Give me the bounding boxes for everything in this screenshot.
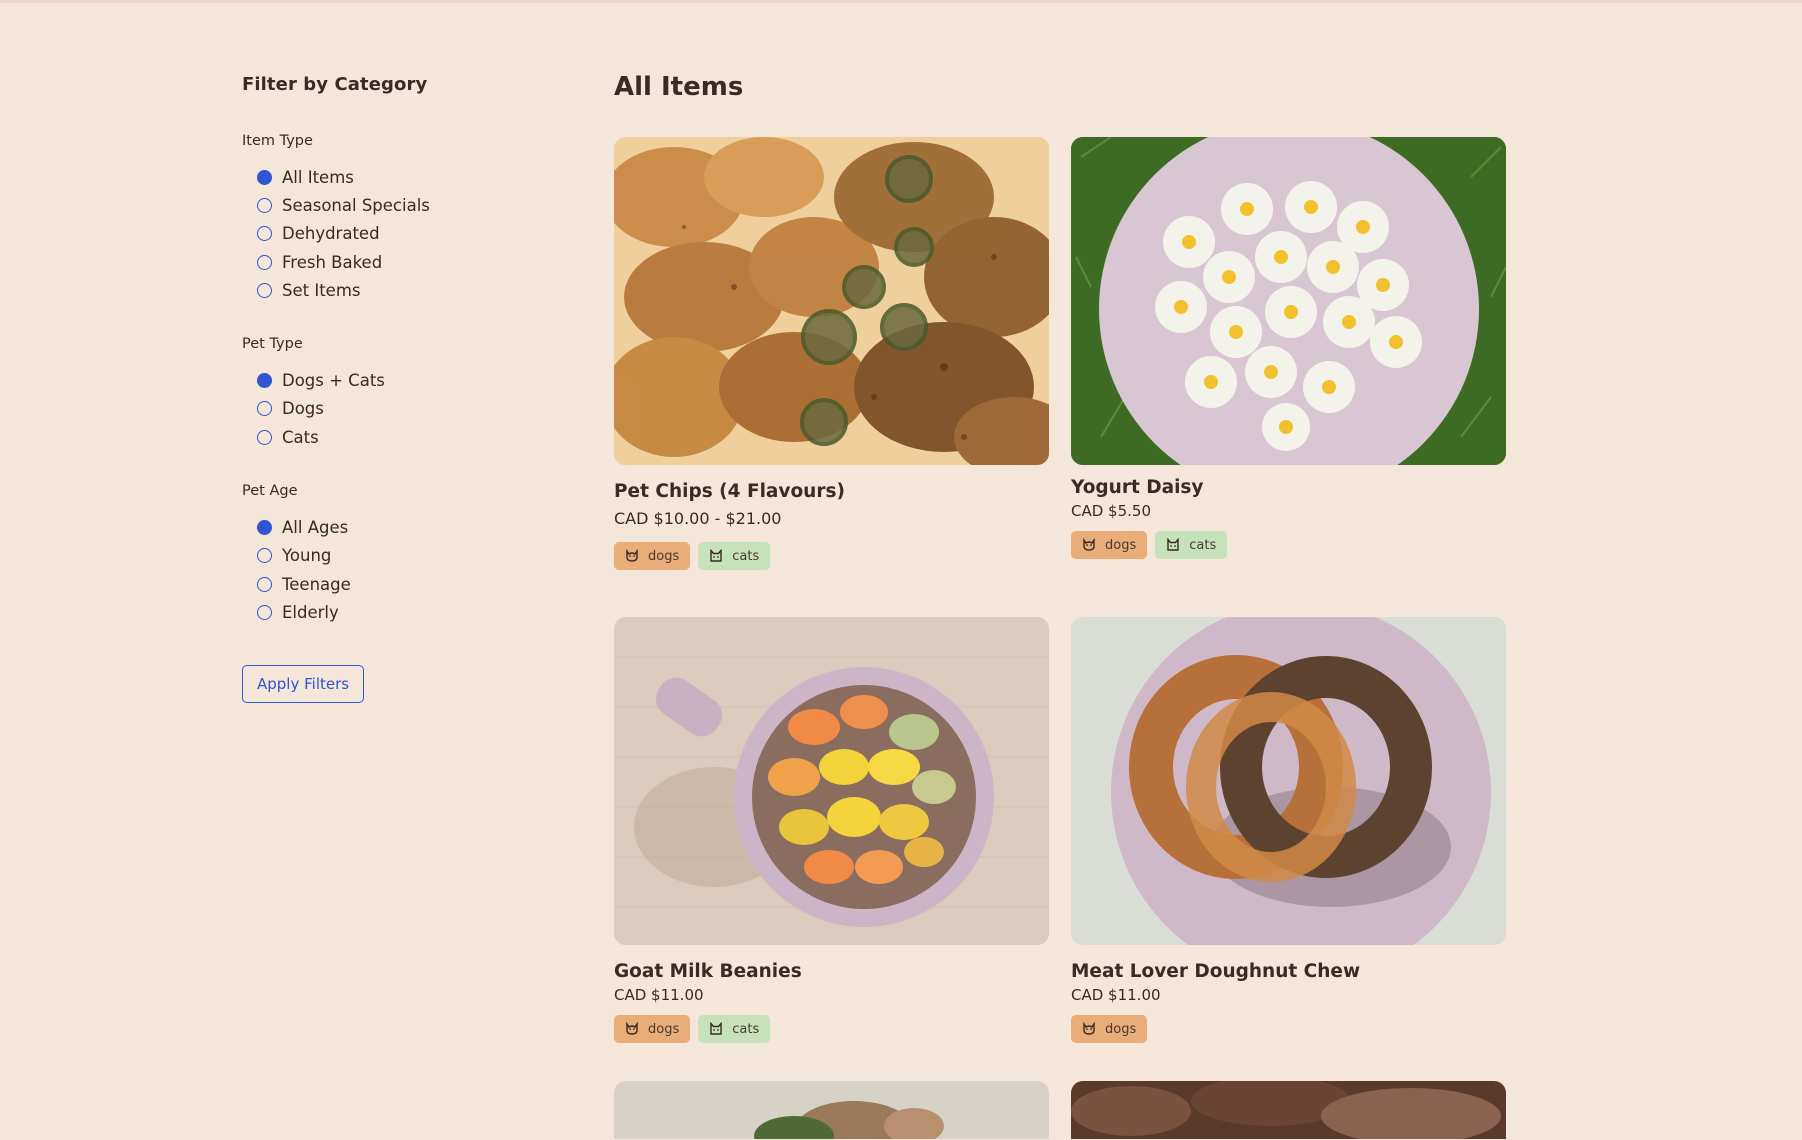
radio-option-dogs[interactable]: Dogs xyxy=(242,395,572,423)
product-price: CAD $10.00 - $21.00 xyxy=(614,509,782,528)
dog-face-icon xyxy=(1083,538,1095,551)
tag-dogs: dogs xyxy=(1071,1015,1148,1043)
tag-label: dogs xyxy=(648,1021,680,1037)
radio-icon[interactable] xyxy=(257,226,272,242)
radio-option-fresh-baked[interactable]: Fresh Baked xyxy=(242,248,572,276)
dog-face-icon xyxy=(626,1022,638,1035)
option-label: Teenage xyxy=(282,574,351,594)
product-image-pet-chips[interactable] xyxy=(614,137,1049,465)
option-label: Cats xyxy=(282,427,319,447)
tag-label: cats xyxy=(732,548,760,564)
product-price: CAD $5.50 xyxy=(1071,502,1151,520)
option-label: Set Items xyxy=(282,280,361,300)
filter-sidebar: Filter by Category Item Type All Items S… xyxy=(242,74,572,703)
tag-cats: cats xyxy=(698,542,771,570)
option-label: Fresh Baked xyxy=(282,252,383,272)
tag-dogs: dogs xyxy=(614,542,691,570)
tag-dogs: dogs xyxy=(1071,531,1148,559)
option-label: Dogs + Cats xyxy=(282,371,385,391)
page-title: All Items xyxy=(614,72,744,102)
product-tags: dogs xyxy=(1071,1015,1506,1043)
radio-option-dehydrated[interactable]: Dehydrated xyxy=(242,220,572,248)
product-price: CAD $11.00 xyxy=(1071,986,1161,1004)
product-image-partial[interactable] xyxy=(1071,1081,1506,1139)
product-name[interactable]: Yogurt Daisy xyxy=(1071,477,1506,498)
filter-group-pet-age: Pet Age All Ages Young Teenage Elderly xyxy=(242,483,572,626)
product-listing: All Items Pet Chips (4 Flavours) CAD $10… xyxy=(614,72,1614,1139)
dog-face-icon xyxy=(1083,1022,1095,1035)
top-border xyxy=(0,0,1802,3)
radio-option-cats[interactable]: Cats xyxy=(242,423,572,451)
option-label: Dogs xyxy=(282,399,324,419)
partial-photo-1 xyxy=(614,1081,1049,1139)
filter-group-item-type: Item Type All Items Seasonal Specials De… xyxy=(242,133,572,304)
doughnut-illustration xyxy=(1071,617,1506,945)
tag-cats: cats xyxy=(698,1015,771,1043)
radio-icon[interactable] xyxy=(257,401,272,417)
product-tags: dogs cats xyxy=(1071,531,1506,559)
product-tags: dogs cats xyxy=(614,542,1049,570)
product-tags: dogs cats xyxy=(614,1015,1049,1043)
radio-icon[interactable] xyxy=(257,548,272,564)
radio-option-all-items[interactable]: All Items xyxy=(242,163,572,191)
product-name[interactable]: Meat Lover Doughnut Chew xyxy=(1071,961,1506,982)
radio-option-elderly[interactable]: Elderly xyxy=(242,598,572,626)
product-price: CAD $11.00 xyxy=(614,986,704,1004)
product-image-goat-milk-beanies[interactable] xyxy=(614,617,1049,945)
product-card[interactable]: Meat Lover Doughnut Chew CAD $11.00 dogs xyxy=(1071,617,1506,1043)
chips-illustration xyxy=(614,137,1049,465)
filter-group-title: Pet Age xyxy=(242,483,298,500)
radio-option-dogs-cats[interactable]: Dogs + Cats xyxy=(242,366,572,394)
product-card[interactable]: Goat Milk Beanies CAD $11.00 dogs cats xyxy=(614,617,1049,1043)
cat-face-icon xyxy=(710,1022,722,1035)
tag-dogs: dogs xyxy=(614,1015,691,1043)
option-label: Young xyxy=(282,546,332,566)
radio-icon[interactable] xyxy=(257,197,272,213)
radio-option-young[interactable]: Young xyxy=(242,542,572,570)
tag-label: cats xyxy=(1189,537,1217,553)
radio-icon[interactable] xyxy=(257,254,272,270)
filter-group-title: Pet Type xyxy=(242,336,303,353)
tag-label: cats xyxy=(732,1021,760,1037)
radio-option-all-ages[interactable]: All Ages xyxy=(242,513,572,541)
tag-label: dogs xyxy=(1105,537,1137,553)
option-label: Seasonal Specials xyxy=(282,195,430,215)
beanies-illustration xyxy=(614,617,1049,945)
radio-option-seasonal-specials[interactable]: Seasonal Specials xyxy=(242,191,572,219)
option-label: Dehydrated xyxy=(282,224,380,244)
product-image-meat-lover-doughnut-chew[interactable] xyxy=(1071,617,1506,945)
tag-label: dogs xyxy=(1105,1021,1137,1037)
radio-selected-icon[interactable] xyxy=(257,169,272,185)
radio-icon[interactable] xyxy=(257,604,272,620)
radio-option-set-items[interactable]: Set Items xyxy=(242,276,572,304)
filter-group-title: Item Type xyxy=(242,133,313,149)
product-image-yogurt-daisy[interactable] xyxy=(1071,137,1506,465)
apply-filters-button[interactable]: Apply Filters xyxy=(242,664,365,703)
radio-icon[interactable] xyxy=(257,429,272,445)
tag-label: dogs xyxy=(648,548,680,564)
option-label: All Ages xyxy=(282,518,349,538)
radio-selected-icon[interactable] xyxy=(257,520,272,536)
radio-selected-icon[interactable] xyxy=(257,373,272,389)
product-card[interactable]: Yogurt Daisy CAD $5.50 dogs cats xyxy=(1071,137,1506,559)
partial-photo-2 xyxy=(1071,1081,1506,1139)
daisy-illustration xyxy=(1071,137,1506,465)
cat-face-icon xyxy=(710,549,722,562)
option-label: Elderly xyxy=(282,602,339,622)
option-label: All Items xyxy=(282,167,354,187)
dog-face-icon xyxy=(626,549,638,562)
cat-face-icon xyxy=(1167,538,1179,551)
product-image-partial[interactable] xyxy=(614,1081,1049,1139)
filter-title: Filter by Category xyxy=(242,74,428,95)
radio-icon[interactable] xyxy=(257,576,272,592)
product-name[interactable]: Goat Milk Beanies xyxy=(614,961,1049,982)
product-card[interactable]: Pet Chips (4 Flavours) CAD $10.00 - $21.… xyxy=(614,137,1049,570)
radio-option-teenage[interactable]: Teenage xyxy=(242,570,572,598)
tag-cats: cats xyxy=(1155,531,1228,559)
product-name[interactable]: Pet Chips (4 Flavours) xyxy=(614,481,1049,502)
radio-icon[interactable] xyxy=(257,282,272,298)
filter-group-pet-type: Pet Type Dogs + Cats Dogs Cats xyxy=(242,336,572,451)
